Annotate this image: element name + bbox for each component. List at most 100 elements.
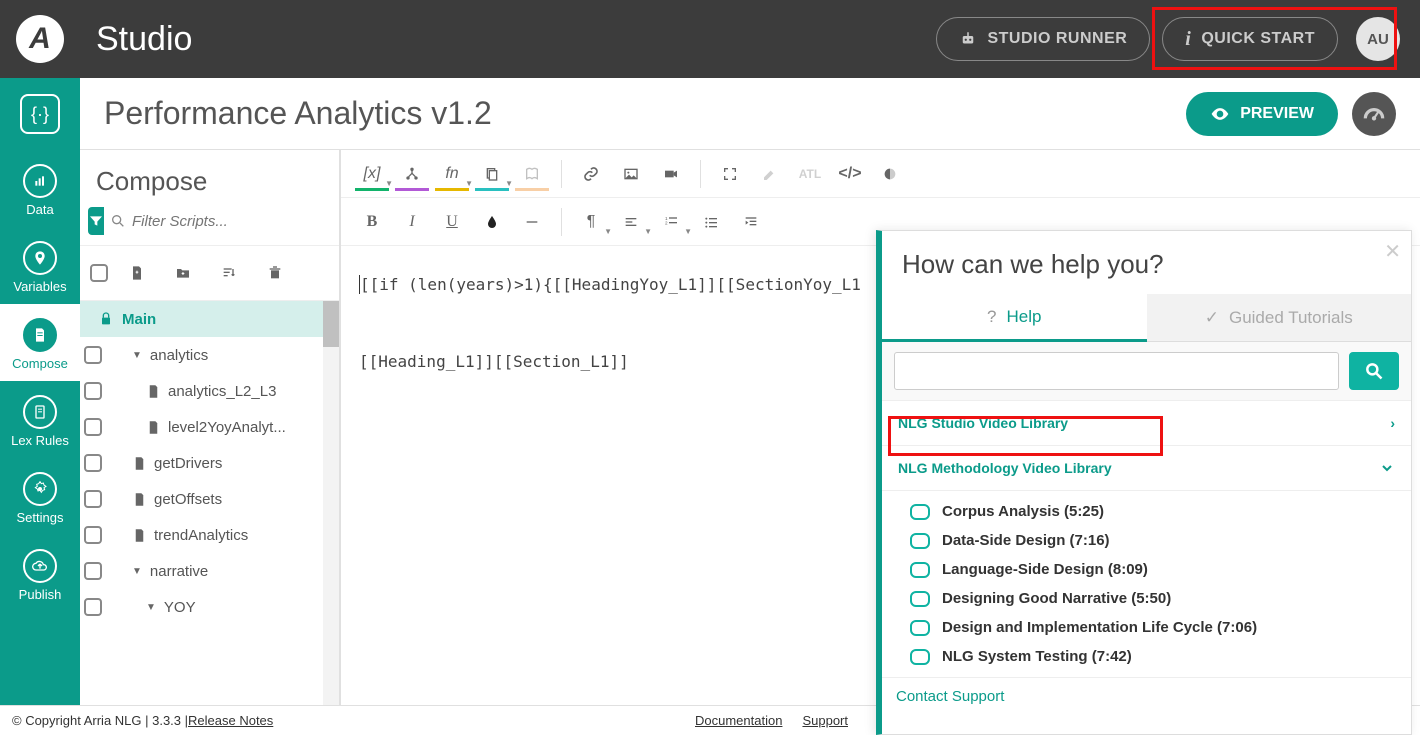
tree-collapse-icon[interactable]: ▼ xyxy=(146,602,156,613)
tab-help[interactable]: ? Help xyxy=(882,294,1147,342)
script-label: getDrivers xyxy=(154,455,222,472)
gauge-icon xyxy=(1361,101,1387,127)
preview-button[interactable]: PREVIEW xyxy=(1186,92,1338,136)
script-main[interactable]: Main xyxy=(80,301,339,337)
nav-compose[interactable]: Compose xyxy=(0,304,80,381)
help-item-narrative[interactable]: Designing Good Narrative (5:50) xyxy=(882,584,1411,613)
documentation-link[interactable]: Documentation xyxy=(695,713,782,728)
sub-header: Performance Analytics v1.2 PREVIEW xyxy=(80,78,1420,150)
script-getoffsets[interactable]: getOffsets xyxy=(80,481,339,517)
trash-icon[interactable] xyxy=(258,256,292,290)
edit-button[interactable] xyxy=(753,157,787,191)
help-search-button[interactable] xyxy=(1349,352,1399,390)
help-item-testing[interactable]: NLG System Testing (7:42) xyxy=(882,642,1411,671)
help-search-input[interactable] xyxy=(894,352,1339,390)
script-trendanalytics[interactable]: trendAnalytics xyxy=(80,517,339,553)
checkbox[interactable] xyxy=(84,598,102,616)
theme-toggle-button[interactable] xyxy=(873,157,907,191)
checkbox[interactable] xyxy=(84,454,102,472)
scripts-scrollbar[interactable] xyxy=(323,301,339,705)
new-file-icon[interactable] xyxy=(120,256,154,290)
studio-runner-button[interactable]: STUDIO RUNNER xyxy=(936,17,1150,61)
nav-project[interactable]: {·} xyxy=(20,78,60,150)
filter-row xyxy=(80,207,339,246)
insert-function-button[interactable]: fn▼ xyxy=(435,157,469,191)
tree-collapse-icon[interactable]: ▼ xyxy=(132,566,142,577)
search-icon[interactable] xyxy=(110,213,126,229)
script-analytics-label: analytics xyxy=(150,347,208,364)
help-section-video-library[interactable]: NLG Studio Video Library › xyxy=(882,401,1411,446)
help-section-methodology[interactable]: NLG Methodology Video Library xyxy=(882,446,1411,491)
gauge-button[interactable] xyxy=(1352,92,1396,136)
unordered-list-button[interactable] xyxy=(694,205,728,239)
image-button[interactable] xyxy=(614,157,648,191)
insert-subscript-button[interactable]: ▼ xyxy=(475,157,509,191)
filter-funnel-icon[interactable] xyxy=(88,207,104,235)
nav-compose-label: Compose xyxy=(0,356,80,371)
nav-data[interactable]: Data xyxy=(0,150,80,227)
help-item-dataside[interactable]: Data-Side Design (7:16) xyxy=(882,526,1411,555)
video-button[interactable] xyxy=(654,157,688,191)
insert-condition-button[interactable] xyxy=(395,157,429,191)
nav-settings[interactable]: Settings xyxy=(0,458,80,535)
fullscreen-button[interactable] xyxy=(713,157,747,191)
tree-collapse-icon[interactable]: ▼ xyxy=(132,350,142,361)
atl-button[interactable]: ATL xyxy=(793,157,827,191)
help-section-label: NLG Studio Video Library xyxy=(898,415,1068,431)
script-label: trendAnalytics xyxy=(154,527,248,544)
paragraph-button[interactable]: ¶▼ xyxy=(574,205,608,239)
script-analytics[interactable]: ▼ analytics xyxy=(80,337,339,373)
script-narrative[interactable]: ▼ narrative xyxy=(80,553,339,589)
checkbox[interactable] xyxy=(84,526,102,544)
italic-button[interactable]: I xyxy=(395,205,429,239)
script-getdrivers[interactable]: getDrivers xyxy=(80,445,339,481)
script-label: analytics_L2_L3 xyxy=(168,383,276,400)
nav-variables[interactable]: Variables xyxy=(0,227,80,304)
release-notes-link[interactable]: Release Notes xyxy=(188,713,273,728)
help-item-corpus[interactable]: Corpus Analysis (5:25) xyxy=(882,497,1411,526)
logo[interactable]: A xyxy=(0,0,80,78)
underline-button[interactable]: U xyxy=(435,205,469,239)
sort-icon[interactable] xyxy=(212,256,246,290)
nav-publish[interactable]: Publish xyxy=(0,535,80,612)
ordered-list-button[interactable]: 12▼ xyxy=(654,205,688,239)
ink-button[interactable] xyxy=(475,205,509,239)
close-icon[interactable]: ✕ xyxy=(1384,239,1401,264)
braces-icon: {·} xyxy=(20,94,60,134)
help-item-lifecycle[interactable]: Design and Implementation Life Cycle (7:… xyxy=(882,613,1411,642)
support-link[interactable]: Support xyxy=(802,713,848,728)
quick-start-button[interactable]: i QUICK START xyxy=(1162,17,1338,61)
avatar[interactable]: AU xyxy=(1356,17,1400,61)
file-icon xyxy=(132,492,146,507)
insert-variable-button[interactable]: [x]▼ xyxy=(355,157,389,191)
bold-button[interactable]: B xyxy=(355,205,389,239)
insert-lex-button[interactable] xyxy=(515,157,549,191)
hr-button[interactable] xyxy=(515,205,549,239)
tab-help-label: Help xyxy=(1007,307,1042,327)
checkbox[interactable] xyxy=(84,346,102,364)
filter-scripts-input[interactable] xyxy=(132,213,333,230)
script-label: narrative xyxy=(150,563,208,580)
align-button[interactable]: ▼ xyxy=(614,205,648,239)
script-label: getOffsets xyxy=(154,491,222,508)
link-button[interactable] xyxy=(574,157,608,191)
code-view-button[interactable]: </> xyxy=(833,157,867,191)
nav-variables-label: Variables xyxy=(0,279,80,294)
new-folder-icon[interactable] xyxy=(166,256,200,290)
chat-icon xyxy=(910,620,930,636)
checkbox[interactable] xyxy=(84,562,102,580)
checkbox[interactable] xyxy=(84,418,102,436)
select-all-checkbox[interactable] xyxy=(90,264,108,282)
help-item-langside[interactable]: Language-Side Design (8:09) xyxy=(882,555,1411,584)
script-yoy[interactable]: ▼ YOY xyxy=(80,589,339,625)
script-analytics-l2-l3[interactable]: analytics_L2_L3 xyxy=(80,373,339,409)
tab-guided-tutorials[interactable]: ✓ Guided Tutorials xyxy=(1147,294,1412,342)
nav-lex-rules[interactable]: Lex Rules xyxy=(0,381,80,458)
help-panel: ✕ How can we help you? ? Help ✓ Guided T… xyxy=(876,230,1412,735)
contact-support-link[interactable]: Contact Support xyxy=(882,677,1411,715)
checkbox[interactable] xyxy=(84,382,102,400)
chat-icon xyxy=(910,591,930,607)
indent-button[interactable] xyxy=(734,205,768,239)
checkbox[interactable] xyxy=(84,490,102,508)
script-level2yoy[interactable]: level2YoyAnalyt... xyxy=(80,409,339,445)
